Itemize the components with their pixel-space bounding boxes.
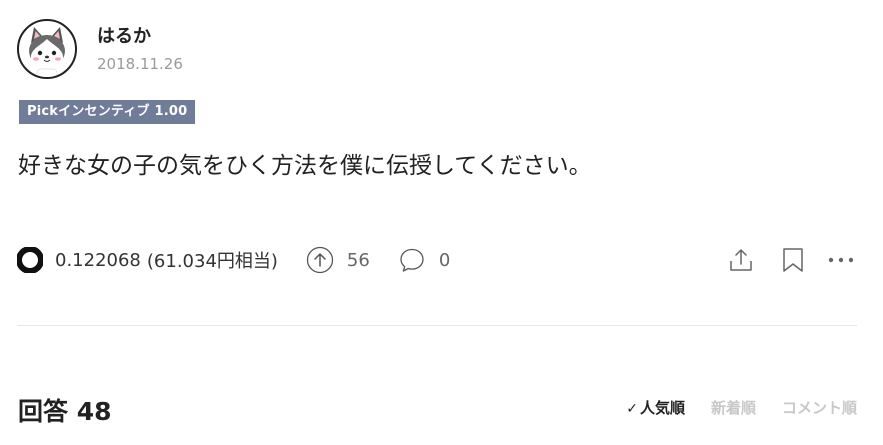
comment-bubble-icon (400, 248, 424, 272)
stats-row: 0.122068 (61.034円相当) 56 0 (17, 244, 450, 276)
coin-icon (17, 247, 43, 273)
post-actions (727, 244, 855, 276)
answer-sort-tabs: ✓ 人気順 新着順 コメント順 (600, 397, 857, 418)
username[interactable]: はるか (97, 22, 151, 48)
upvote-arrow-icon (306, 246, 334, 274)
sort-comments[interactable]: コメント順 (782, 397, 857, 418)
sort-popular[interactable]: ✓ 人気順 (626, 397, 685, 418)
reward-amount: 0.122068 (55, 249, 141, 271)
answers-heading: 回答 48 (18, 397, 112, 426)
comment-button[interactable]: 0 (398, 246, 450, 274)
comment-count: 0 (438, 249, 451, 271)
avatar[interactable] (17, 19, 77, 79)
pick-incentive-badge: Pickインセンティブ 1.00 (19, 100, 196, 124)
check-icon: ✓ (626, 401, 638, 417)
more-button[interactable] (827, 255, 855, 265)
upvote-count: 56 (346, 249, 370, 271)
share-button[interactable] (727, 246, 755, 274)
bookmark-icon (783, 248, 803, 272)
post-date: 2018.11.26 (97, 55, 183, 73)
reward-jpy: (61.034円相当) (146, 251, 278, 272)
question-text: 好きな女の子の気をひく方法を僕に伝授してください。 (18, 153, 592, 179)
sort-newest[interactable]: 新着順 (711, 397, 756, 418)
share-icon (730, 249, 752, 271)
sort-popular-label: 人気順 (639, 399, 685, 417)
upvote-button[interactable]: 56 (306, 246, 370, 274)
bookmark-button[interactable] (779, 246, 807, 274)
sort-comments-label: コメント順 (781, 399, 857, 417)
divider (17, 325, 857, 326)
more-icon (828, 257, 854, 263)
husky-dog-avatar-icon (29, 27, 65, 77)
sort-newest-label: 新着順 (710, 399, 756, 417)
